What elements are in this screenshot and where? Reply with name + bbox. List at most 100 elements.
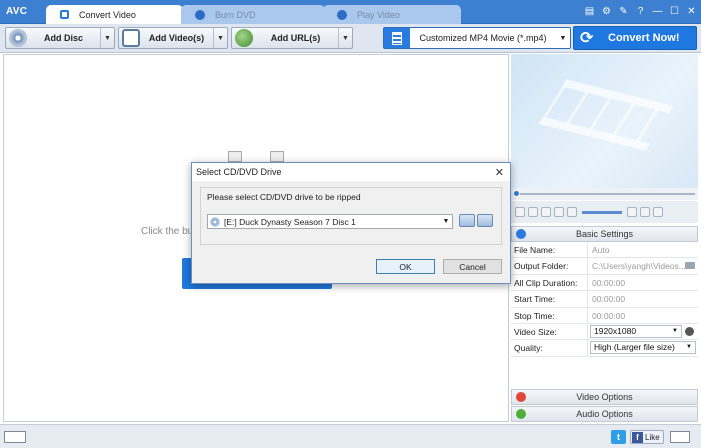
toggle-panel-button[interactable]	[4, 431, 26, 443]
refresh-icon: ⟳	[580, 30, 594, 47]
folder-icon[interactable]	[685, 262, 695, 270]
settings-icon[interactable]: ⚙	[601, 6, 612, 17]
chevron-down-icon[interactable]: ▼	[338, 28, 352, 48]
chevron-down-icon[interactable]: ▼	[556, 35, 570, 42]
tab-label: Burn DVD	[215, 9, 256, 20]
film-reel-graphic	[538, 79, 674, 151]
basic-settings-header[interactable]: Basic Settings	[511, 226, 698, 242]
drop-hint-text: Click the bu	[141, 226, 194, 237]
stop-icon[interactable]	[528, 207, 538, 217]
tab-play-video[interactable]: Play Video	[323, 5, 461, 24]
effects-icon[interactable]	[640, 207, 650, 217]
load-icon[interactable]	[477, 214, 493, 227]
add-urls-button[interactable]: Add URL(s) ▼	[231, 27, 353, 49]
select-drive-dialog: Select CD/DVD Drive ✕ Please select CD/D…	[191, 162, 511, 284]
play-icon	[337, 9, 347, 20]
close-icon[interactable]: ✕	[495, 166, 504, 179]
output-folder-label: Output Folder:	[511, 258, 588, 274]
file-name-value[interactable]: Auto	[588, 242, 698, 257]
seek-handle[interactable]	[513, 190, 520, 197]
playback-controls	[511, 201, 698, 223]
audio-options-icon	[516, 409, 526, 419]
stop-time-label: Stop Time:	[511, 307, 588, 323]
folder-icon[interactable]	[554, 207, 564, 217]
eject-icon[interactable]	[459, 214, 475, 227]
drive-select[interactable]: [E:] Duck Dynasty Season 7 Disc 1 ▼	[207, 214, 453, 229]
volume-slider[interactable]	[582, 210, 622, 214]
tab-burn-dvd[interactable]: Burn DVD	[181, 5, 325, 24]
tools-icon[interactable]: ✎	[618, 6, 629, 17]
twitter-icon[interactable]: t	[611, 430, 626, 444]
seek-bar[interactable]	[511, 188, 698, 200]
convert-now-label: Convert Now!	[608, 32, 680, 44]
table-row: Start Time: 00:00:00	[511, 291, 698, 308]
facebook-icon: f	[632, 431, 643, 443]
crop-icon[interactable]	[627, 207, 637, 217]
add-urls-label: Add URL(s)	[270, 33, 321, 43]
video-options-header[interactable]: Video Options	[511, 389, 698, 405]
video-options-icon	[516, 392, 526, 402]
output-format-value: Customized MP4 Movie (*.mp4)	[419, 33, 547, 43]
table-row: Quality: High (Larger file size) ▼	[511, 340, 698, 357]
audio-options-title: Audio Options	[576, 409, 633, 419]
stop-time-value[interactable]: 00:00:00	[588, 308, 698, 323]
add-disc-button[interactable]: Add Disc ▼	[5, 27, 115, 49]
video-size-select[interactable]: 1920x1080 ▼	[590, 324, 682, 338]
film-strip-icon	[384, 28, 410, 48]
output-folder-field[interactable]: C:\Users\yangh\Videos...	[588, 258, 698, 273]
add-disc-label: Add Disc	[43, 33, 83, 43]
table-row: Stop Time: 00:00:00	[511, 307, 698, 324]
cancel-button[interactable]: Cancel	[443, 259, 502, 274]
start-time-label: Start Time:	[511, 291, 588, 307]
seek-track	[515, 193, 695, 195]
help-icon[interactable]: ?	[635, 6, 646, 17]
chevron-down-icon: ▼	[686, 344, 692, 351]
basic-settings-table: File Name: Auto Output Folder: C:\Users\…	[511, 242, 698, 357]
all-clip-duration-label: All Clip Duration:	[511, 274, 588, 291]
close-button[interactable]: ✕	[686, 6, 697, 17]
chevron-down-icon[interactable]: ▼	[100, 28, 114, 48]
toolbar: Add Disc ▼ Add Video(s) ▼ Add URL(s) ▼ C…	[0, 24, 701, 53]
feedback-icon[interactable]: ▤	[584, 6, 595, 17]
dialog-title-bar: Select CD/DVD Drive ✕	[192, 163, 510, 181]
chevron-down-icon: ▼	[442, 218, 450, 225]
dialog-prompt: Please select CD/DVD drive to be ripped	[207, 192, 361, 202]
tab-convert-video[interactable]: Convert Video	[46, 5, 183, 24]
settings-icon	[516, 229, 526, 239]
convert-now-button[interactable]: ⟳ Convert Now!	[573, 26, 697, 50]
convert-video-icon	[60, 10, 69, 19]
settings-blank-area	[511, 358, 698, 388]
gear-icon[interactable]	[685, 326, 694, 336]
output-folder-value: C:\Users\yangh\Videos...	[592, 261, 686, 272]
small-button[interactable]	[270, 151, 284, 162]
facebook-like-button[interactable]: f Like	[630, 430, 664, 444]
minimize-button[interactable]: —	[652, 6, 663, 17]
quality-label: Quality:	[511, 340, 588, 356]
output-format-select[interactable]: Customized MP4 Movie (*.mp4) ▼	[383, 27, 571, 49]
start-time-value[interactable]: 00:00:00	[588, 291, 698, 306]
small-button[interactable]	[228, 151, 242, 162]
drive-value: [E:] Duck Dynasty Season 7 Disc 1	[224, 216, 356, 227]
maximize-button[interactable]: ☐	[669, 6, 680, 17]
app-logo: AVC	[6, 6, 28, 17]
next-button[interactable]	[670, 431, 690, 443]
play-icon[interactable]	[515, 207, 525, 217]
tab-label: Convert Video	[79, 9, 136, 20]
chevron-down-icon: ▼	[672, 327, 678, 334]
video-preview	[511, 54, 698, 188]
volume-icon[interactable]	[567, 207, 577, 217]
quality-cell: High (Larger file size) ▼	[588, 340, 698, 355]
tools-icon[interactable]	[653, 207, 663, 217]
add-videos-button[interactable]: Add Video(s) ▼	[118, 27, 228, 49]
dialog-title: Select CD/DVD Drive	[196, 167, 282, 177]
disc-icon	[210, 216, 220, 227]
status-bar: t f Like	[0, 424, 701, 448]
ok-button[interactable]: OK	[376, 259, 435, 274]
quality-select[interactable]: High (Larger file size) ▼	[590, 341, 696, 355]
basic-settings-title: Basic Settings	[575, 229, 634, 239]
file-name-label: File Name:	[511, 242, 588, 258]
disc-icon	[9, 29, 27, 47]
chevron-down-icon[interactable]: ▼	[213, 28, 227, 48]
snapshot-icon[interactable]	[541, 207, 551, 217]
audio-options-header[interactable]: Audio Options	[511, 406, 698, 422]
